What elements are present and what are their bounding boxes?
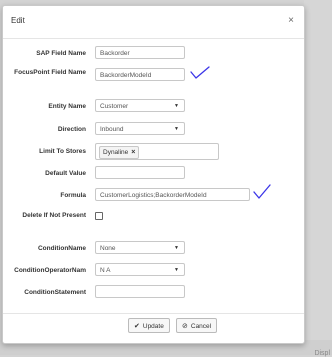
entity-name-select[interactable]: Customer ▼ <box>95 99 185 112</box>
dialog-title: Edit <box>11 16 25 25</box>
condition-statement-input[interactable] <box>95 285 185 298</box>
condition-name-selected: None <box>100 245 116 252</box>
limit-to-stores-label: Limit To Stores <box>39 148 86 155</box>
sap-field-name-label: SAP Field Name <box>36 50 86 57</box>
condition-name-row: ConditionName None ▼ <box>3 241 304 254</box>
direction-row: Direction Inbound ▼ <box>3 122 304 135</box>
default-value-label: Default Value <box>45 170 86 177</box>
direction-selected: Inbound <box>100 126 124 133</box>
checkmark-annotation-icon <box>253 184 271 199</box>
entity-name-selected: Customer <box>100 103 129 110</box>
condition-operator-name-select[interactable]: N A ▼ <box>95 263 185 276</box>
close-icon[interactable]: × <box>288 15 294 26</box>
direction-select[interactable]: Inbound ▼ <box>95 122 185 135</box>
dropdown-caret-icon: ▼ <box>174 103 179 109</box>
update-button-label: Update <box>142 323 164 330</box>
dropdown-caret-icon: ▼ <box>174 126 179 132</box>
direction-label: Direction <box>57 126 86 133</box>
condition-operator-name-label: ConditionOperatorNam <box>14 267 86 274</box>
cancel-icon: ⊘ <box>182 323 188 330</box>
condition-statement-label: ConditionStatement <box>24 289 86 296</box>
delete-if-not-present-checkbox[interactable] <box>95 212 103 220</box>
condition-name-label: ConditionName <box>37 245 86 252</box>
sap-field-name-input[interactable]: Backorder <box>95 46 185 59</box>
cancel-button[interactable]: ⊘ Cancel <box>176 318 218 333</box>
dropdown-caret-icon: ▼ <box>174 267 179 273</box>
limit-to-stores-multiselect[interactable]: Dynaline × <box>95 143 219 160</box>
dialog-footer: ✔ Update ⊘ Cancel <box>3 313 304 344</box>
formula-label: Formula <box>60 192 86 199</box>
condition-name-select[interactable]: None ▼ <box>95 241 185 254</box>
checkmark-annotation-icon <box>190 66 210 79</box>
formula-input[interactable]: CustomerLogistics;BackorderModeId <box>95 188 250 201</box>
entity-name-row: Entity Name Customer ▼ <box>3 99 304 112</box>
check-icon: ✔ <box>134 323 140 330</box>
dropdown-caret-icon: ▼ <box>174 245 179 251</box>
default-value-input[interactable] <box>95 166 185 179</box>
cancel-button-label: Cancel <box>190 323 212 330</box>
condition-operator-name-row: ConditionOperatorNam N A ▼ <box>3 263 304 276</box>
limit-to-stores-row: Limit To Stores Dynaline × <box>3 143 304 160</box>
store-tag-label: Dynaline <box>103 149 129 156</box>
delete-if-not-present-label: Delete If Not Present <box>22 212 86 219</box>
store-tag: Dynaline × <box>99 146 140 159</box>
condition-operator-name-selected: N A <box>100 267 111 274</box>
edit-dialog: Edit × SAP Field Name Backorder FocusPoi… <box>2 5 305 344</box>
entity-name-label: Entity Name <box>48 103 86 110</box>
focuspoint-field-name-input[interactable]: BackorderModeId <box>95 68 185 81</box>
focuspoint-field-name-label: FocusPoint Field Name <box>14 69 86 76</box>
background-table-column <box>304 0 332 355</box>
dialog-header: Edit × <box>3 6 304 39</box>
background-footer-text: Displ <box>314 350 330 357</box>
remove-tag-icon[interactable]: × <box>131 149 135 156</box>
update-button[interactable]: ✔ Update <box>128 318 170 333</box>
